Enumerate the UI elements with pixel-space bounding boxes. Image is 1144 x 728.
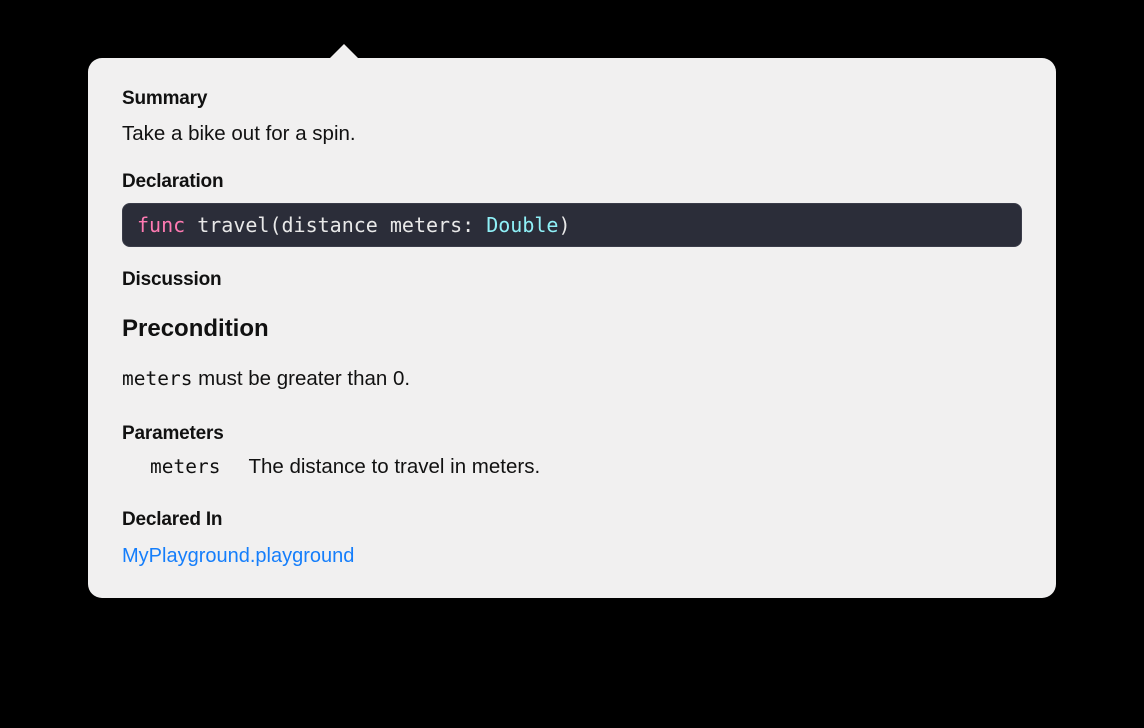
code-keyword: func <box>137 213 185 237</box>
declared-in-link[interactable]: MyPlayground.playground <box>122 545 354 568</box>
code-signature-open: travel(distance meters: <box>197 213 486 237</box>
popover-arrow <box>328 44 360 60</box>
code-space <box>185 213 197 237</box>
quickhelp-popover: Summary Take a bike out for a spin. Decl… <box>88 58 1056 598</box>
declaration-heading: Declaration <box>122 171 1022 193</box>
declaration-code: func travel(distance meters: Double) <box>122 203 1022 247</box>
summary-text: Take a bike out for a spin. <box>122 120 1022 149</box>
parameter-description: The distance to travel in meters. <box>248 455 540 479</box>
discussion-heading: Discussion <box>122 269 1022 291</box>
parameter-name: meters <box>150 455 220 478</box>
popover-body: Summary Take a bike out for a spin. Decl… <box>88 58 1056 598</box>
summary-heading: Summary <box>122 88 1022 110</box>
parameters-heading: Parameters <box>122 423 1022 445</box>
code-close-paren: ) <box>558 213 570 237</box>
parameter-row: meters The distance to travel in meters. <box>122 455 1022 479</box>
declared-in-heading: Declared In <box>122 509 1022 531</box>
precondition-rest: must be greater than 0. <box>192 367 410 390</box>
code-type: Double <box>486 213 558 237</box>
precondition-text: meters must be greater than 0. <box>122 365 1022 394</box>
precondition-code-word: meters <box>122 367 192 390</box>
precondition-heading: Precondition <box>122 315 1022 343</box>
